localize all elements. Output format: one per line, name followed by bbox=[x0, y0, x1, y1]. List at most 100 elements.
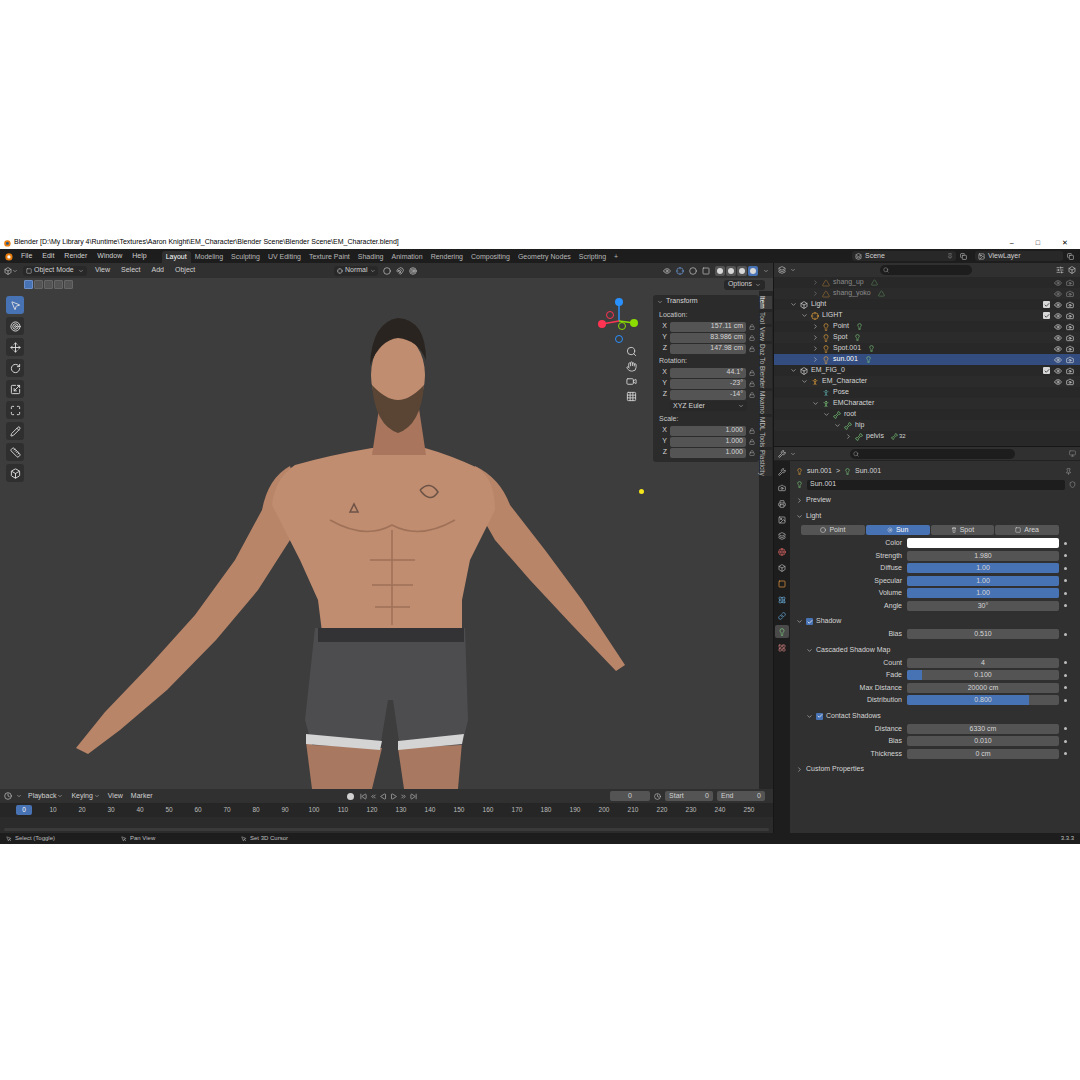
collapsed-arrow-icon[interactable] bbox=[812, 323, 819, 330]
outliner-row[interactable]: EMCharacter bbox=[774, 398, 1080, 409]
mode-dropdown[interactable]: Object Mode bbox=[23, 266, 87, 276]
collapsed-arrow-icon[interactable] bbox=[812, 334, 819, 341]
sidebar-tab[interactable]: Tool bbox=[760, 312, 772, 324]
properties-tab[interactable] bbox=[775, 481, 789, 494]
frame-ruler[interactable]: 0102030405060708090100110120130140150160… bbox=[0, 803, 773, 817]
workspace-tab[interactable]: Texture Paint bbox=[305, 251, 354, 263]
eye-icon[interactable] bbox=[1054, 301, 1062, 309]
panel-header[interactable]: Cascaded Shadow Map bbox=[796, 644, 1076, 657]
editor-type-button[interactable] bbox=[4, 267, 18, 275]
render-camera-icon[interactable] bbox=[1066, 378, 1074, 386]
timeline-menu[interactable]: Keying bbox=[69, 791, 101, 802]
shading-mode-button[interactable] bbox=[748, 266, 758, 276]
eye-icon[interactable] bbox=[1054, 279, 1062, 287]
scene-selector[interactable]: Scene bbox=[852, 251, 956, 261]
properties-tab[interactable] bbox=[775, 609, 789, 622]
animate-property-dot[interactable] bbox=[1064, 633, 1067, 636]
tool-button[interactable] bbox=[6, 401, 24, 419]
workspace-tab[interactable]: Geometry Nodes bbox=[514, 251, 575, 263]
properties-tab[interactable] bbox=[775, 561, 789, 574]
color-swatch[interactable] bbox=[907, 538, 1059, 548]
animate-property-dot[interactable] bbox=[1064, 727, 1067, 730]
sidebar-tab[interactable]: Item bbox=[760, 296, 772, 309]
record-button[interactable] bbox=[347, 793, 354, 800]
select-mode-button[interactable] bbox=[34, 280, 43, 289]
exclude-checkbox[interactable] bbox=[1043, 367, 1050, 374]
end-frame-field[interactable]: End0 bbox=[717, 791, 765, 801]
navigation-gizmo[interactable] bbox=[596, 295, 642, 345]
menu-item[interactable]: File bbox=[16, 251, 37, 262]
datablock-name-field[interactable]: Sun.001 bbox=[807, 480, 1065, 490]
sidebar-tab[interactable]: View bbox=[760, 327, 772, 341]
outliner-row[interactable]: sun.001 bbox=[774, 354, 1080, 365]
workspace-tab[interactable]: Animation bbox=[388, 251, 427, 263]
animate-property-dot[interactable] bbox=[1064, 579, 1067, 582]
eye-icon[interactable] bbox=[1054, 323, 1062, 331]
options-dropdown[interactable]: Options bbox=[724, 280, 765, 290]
animate-property-dot[interactable] bbox=[1064, 661, 1067, 664]
tool-button[interactable] bbox=[6, 359, 24, 377]
light-type-button[interactable]: Area bbox=[995, 525, 1059, 535]
shading-mode-button[interactable] bbox=[715, 266, 725, 276]
tool-button[interactable] bbox=[6, 443, 24, 461]
panel-checkbox[interactable] bbox=[816, 713, 823, 720]
eye-icon[interactable] bbox=[1054, 378, 1062, 386]
render-camera-icon[interactable] bbox=[1066, 301, 1074, 309]
render-camera-icon[interactable] bbox=[1066, 290, 1074, 298]
collapsed-arrow-icon[interactable] bbox=[812, 279, 819, 286]
animate-property-dot[interactable] bbox=[1064, 752, 1067, 755]
panel-header[interactable]: Contact Shadows bbox=[796, 710, 1076, 723]
animate-property-dot[interactable] bbox=[1064, 686, 1067, 689]
sidebar-tab[interactable]: MDL Tools bbox=[760, 417, 772, 447]
light-type-button[interactable]: Sun bbox=[866, 525, 930, 535]
transform-field[interactable]: 1.000 bbox=[670, 426, 746, 436]
number-field[interactable]: 4 bbox=[907, 658, 1059, 668]
animate-property-dot[interactable] bbox=[1064, 604, 1067, 607]
expanded-arrow-icon[interactable] bbox=[790, 301, 797, 308]
animate-property-dot[interactable] bbox=[1064, 674, 1067, 677]
tool-button[interactable] bbox=[6, 296, 24, 314]
number-field[interactable]: 30° bbox=[907, 601, 1059, 611]
number-field[interactable]: 0.010 bbox=[907, 736, 1059, 746]
sidebar-tab[interactable]: Daz To Blender bbox=[760, 344, 772, 388]
start-frame-field[interactable]: Start0 bbox=[665, 791, 713, 801]
light-origin-dot[interactable] bbox=[639, 489, 644, 494]
slider-field[interactable]: 0.100 bbox=[907, 670, 1059, 680]
eye-icon[interactable] bbox=[1054, 290, 1062, 298]
outliner-row[interactable]: LIGHT bbox=[774, 310, 1080, 321]
tool-button[interactable] bbox=[6, 317, 24, 335]
shading-mode-button[interactable] bbox=[737, 266, 747, 276]
menu-item[interactable]: Edit bbox=[37, 251, 59, 262]
animate-property-dot[interactable] bbox=[1064, 542, 1067, 545]
window-control-button[interactable]: – bbox=[1010, 239, 1014, 246]
timeline-scrollbar[interactable] bbox=[4, 828, 769, 831]
transform-field[interactable]: 147.98 cm bbox=[670, 344, 746, 354]
expanded-arrow-icon[interactable] bbox=[790, 367, 797, 374]
slider-field[interactable]: 1.00 bbox=[907, 576, 1059, 586]
timeline-menu[interactable]: Playback bbox=[26, 791, 65, 802]
select-mode-button[interactable] bbox=[54, 280, 63, 289]
eye-icon[interactable] bbox=[1054, 312, 1062, 320]
timeline-menu[interactable]: Marker bbox=[129, 791, 155, 802]
view-layer-selector[interactable]: ViewLayer bbox=[975, 251, 1063, 261]
workspace-tab[interactable]: Sculpting bbox=[227, 251, 264, 263]
light-type-button[interactable]: Point bbox=[801, 525, 865, 535]
shading-mode-button[interactable] bbox=[726, 266, 736, 276]
outliner-row[interactable]: shang_up bbox=[774, 277, 1080, 288]
outliner-row[interactable]: hip bbox=[774, 420, 1080, 431]
outliner-row[interactable]: Light bbox=[774, 299, 1080, 310]
animate-property-dot[interactable] bbox=[1064, 740, 1067, 743]
render-camera-icon[interactable] bbox=[1066, 323, 1074, 331]
number-field[interactable]: 1.980 bbox=[907, 551, 1059, 561]
sidebar-tab[interactable]: Mixamo bbox=[760, 391, 772, 414]
collapsed-arrow-icon[interactable] bbox=[812, 356, 819, 363]
exclude-checkbox[interactable] bbox=[1043, 312, 1050, 319]
eye-icon[interactable] bbox=[1054, 345, 1062, 353]
collapsed-arrow-icon[interactable] bbox=[845, 433, 852, 440]
tool-button[interactable] bbox=[6, 422, 24, 440]
animate-property-dot[interactable] bbox=[1064, 554, 1067, 557]
properties-tab[interactable] bbox=[775, 529, 789, 542]
eye-icon[interactable] bbox=[1054, 334, 1062, 342]
animate-property-dot[interactable] bbox=[1064, 592, 1067, 595]
select-mode-button[interactable] bbox=[24, 280, 33, 289]
